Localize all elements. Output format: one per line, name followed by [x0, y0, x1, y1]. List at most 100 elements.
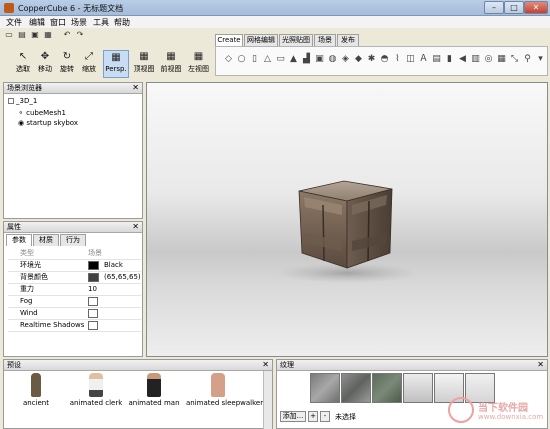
- texture-thumb-4[interactable]: [403, 373, 433, 403]
- tab-scene[interactable]: 场景: [314, 34, 336, 46]
- move-tool-button[interactable]: ✥ 移动: [34, 50, 56, 78]
- redo-icon[interactable]: ↷: [75, 30, 85, 40]
- perspective-view-button[interactable]: ▦ Persp.: [103, 50, 129, 78]
- menu-window[interactable]: 窗口: [50, 17, 66, 28]
- text-icon[interactable]: Ａ: [418, 54, 429, 65]
- close-button[interactable]: ✕: [524, 1, 548, 14]
- texture-thumb-3[interactable]: [372, 373, 402, 403]
- tab-publish[interactable]: 发布: [337, 34, 359, 46]
- tab-behaviors[interactable]: 行为: [60, 234, 86, 246]
- color-swatch[interactable]: [88, 261, 99, 270]
- texture-thumb-1[interactable]: [310, 373, 340, 403]
- light-icon[interactable]: ✱: [366, 54, 377, 65]
- left-view-icon: ▦: [193, 51, 204, 62]
- maximize-button[interactable]: □: [504, 1, 524, 14]
- water-icon[interactable]: ◍: [327, 54, 338, 65]
- zoom-out-button[interactable]: -: [320, 411, 330, 422]
- mobile-icon[interactable]: ▮: [444, 54, 455, 65]
- scale-tool-button[interactable]: ⤢ 缩放: [78, 50, 100, 78]
- property-row-ambient[interactable]: 环境光 Black: [8, 260, 141, 272]
- new-file-icon[interactable]: ▭: [4, 30, 14, 40]
- menu-help[interactable]: 帮助: [114, 17, 130, 28]
- front-view-button[interactable]: ▦ 前视图: [158, 50, 184, 78]
- mesh-node-icon: ⚬: [18, 109, 27, 117]
- grid-icon[interactable]: ▦: [496, 54, 507, 65]
- tab-parameters[interactable]: 参数: [6, 234, 32, 246]
- close-icon[interactable]: ✕: [132, 83, 139, 93]
- add-texture-button[interactable]: 添加...: [280, 411, 306, 422]
- grass-icon[interactable]: ⌇: [392, 54, 403, 65]
- plane-icon[interactable]: ▭: [275, 54, 286, 65]
- wand-icon[interactable]: ⚲: [522, 54, 533, 65]
- cone-icon[interactable]: △: [262, 54, 273, 65]
- zoom-in-button[interactable]: +: [308, 411, 318, 422]
- wind-checkbox[interactable]: [88, 309, 98, 318]
- main-toolbar: ↖ 选取 ✥ 移动 ↻ 旋转 ⤢ 缩放 ▦ Persp. ▦ 顶视图 ▦ 前视图…: [0, 42, 215, 78]
- cube-mesh-render[interactable]: [147, 83, 547, 356]
- fog-checkbox[interactable]: [88, 297, 98, 306]
- scene-browser-title: 场景浏览器: [7, 84, 42, 92]
- textures-header: 纹理 ✕: [277, 360, 547, 371]
- menu-edit[interactable]: 编辑: [29, 17, 45, 28]
- preset-ancient[interactable]: ancient: [6, 373, 66, 418]
- close-icon[interactable]: ✕: [537, 360, 544, 370]
- ancient-thumbnail: [31, 373, 41, 397]
- textures-title: 纹理: [280, 361, 294, 369]
- preset-animated-clerk[interactable]: animated clerk: [66, 373, 126, 418]
- properties-title: 属性: [7, 223, 21, 231]
- realtime-shadows-checkbox[interactable]: [88, 321, 98, 330]
- tab-materials[interactable]: 材质: [33, 234, 59, 246]
- tab-mesh-edit[interactable]: 网格编辑: [244, 34, 278, 46]
- tab-create[interactable]: Create: [215, 34, 243, 46]
- video-icon[interactable]: ▥: [470, 54, 481, 65]
- top-view-button[interactable]: ▦ 顶视图: [131, 50, 157, 78]
- path-icon[interactable]: ◆: [353, 54, 364, 65]
- tree-node-root[interactable]: _3D_1: [8, 97, 37, 105]
- tree-node-skybox[interactable]: ◉ startup skybox: [18, 119, 78, 127]
- publish-icon[interactable]: ▦: [43, 30, 53, 40]
- minimize-button[interactable]: –: [484, 1, 504, 14]
- scale-icon: ⤢: [85, 51, 93, 62]
- property-row-background[interactable]: 背景颜色 (65,65,65): [8, 272, 141, 284]
- sound-icon[interactable]: ◀: [457, 54, 468, 65]
- sphere-icon[interactable]: ○: [236, 54, 247, 65]
- menu-tools[interactable]: 工具: [93, 17, 109, 28]
- presets-scrollbar[interactable]: [263, 371, 272, 429]
- skybox-icon[interactable]: ▣: [314, 54, 325, 65]
- property-row-wind[interactable]: Wind: [8, 308, 141, 320]
- texture-thumb-2[interactable]: [341, 373, 371, 403]
- close-icon[interactable]: ✕: [132, 222, 139, 232]
- save-icon[interactable]: ▣: [30, 30, 40, 40]
- property-row-fog[interactable]: Fog: [8, 296, 141, 308]
- property-row-shadows[interactable]: Realtime Shadows: [8, 320, 141, 332]
- billboard-icon[interactable]: ◈: [340, 54, 351, 65]
- particle-icon[interactable]: ◫: [405, 54, 416, 65]
- link-icon[interactable]: ⤡: [509, 54, 520, 65]
- menu-file[interactable]: 文件: [6, 17, 22, 28]
- property-row-gravity[interactable]: 重力 10: [8, 284, 141, 296]
- preset-animated-sleepwalker[interactable]: animated sleepwalker: [186, 373, 263, 418]
- clerk-thumbnail: [89, 373, 103, 397]
- rotate-tool-button[interactable]: ↻ 旋转: [56, 50, 78, 78]
- left-view-button[interactable]: ▦ 左视图: [185, 50, 212, 78]
- camera-icon[interactable]: ◓: [379, 54, 390, 65]
- menu-scene[interactable]: 场景: [71, 17, 87, 28]
- color-swatch[interactable]: [88, 273, 99, 282]
- 3d-viewport[interactable]: [146, 82, 548, 357]
- select-tool-button[interactable]: ↖ 选取: [12, 50, 34, 78]
- landscape-icon[interactable]: ▟: [301, 54, 312, 65]
- tree-node-cube[interactable]: ⚬ cubeMesh1: [18, 109, 66, 117]
- undo-icon[interactable]: ↶: [62, 30, 72, 40]
- preset-animated-man[interactable]: animated man: [124, 373, 184, 418]
- sky-sphere-icon[interactable]: ◎: [483, 54, 494, 65]
- cylinder-icon[interactable]: ▯: [249, 54, 260, 65]
- tab-lightmap[interactable]: 光照贴图: [279, 34, 313, 46]
- watermark-url: www.downxia.com: [478, 413, 544, 421]
- cube-icon[interactable]: ◇: [223, 54, 234, 65]
- close-icon[interactable]: ✕: [262, 360, 269, 370]
- gravity-input[interactable]: 10: [88, 284, 97, 295]
- overlay-icon[interactable]: ▤: [431, 54, 442, 65]
- more-arrow-icon[interactable]: ▾: [535, 54, 546, 65]
- open-folder-icon[interactable]: ▤: [17, 30, 27, 40]
- terrain-icon[interactable]: ▲: [288, 54, 299, 65]
